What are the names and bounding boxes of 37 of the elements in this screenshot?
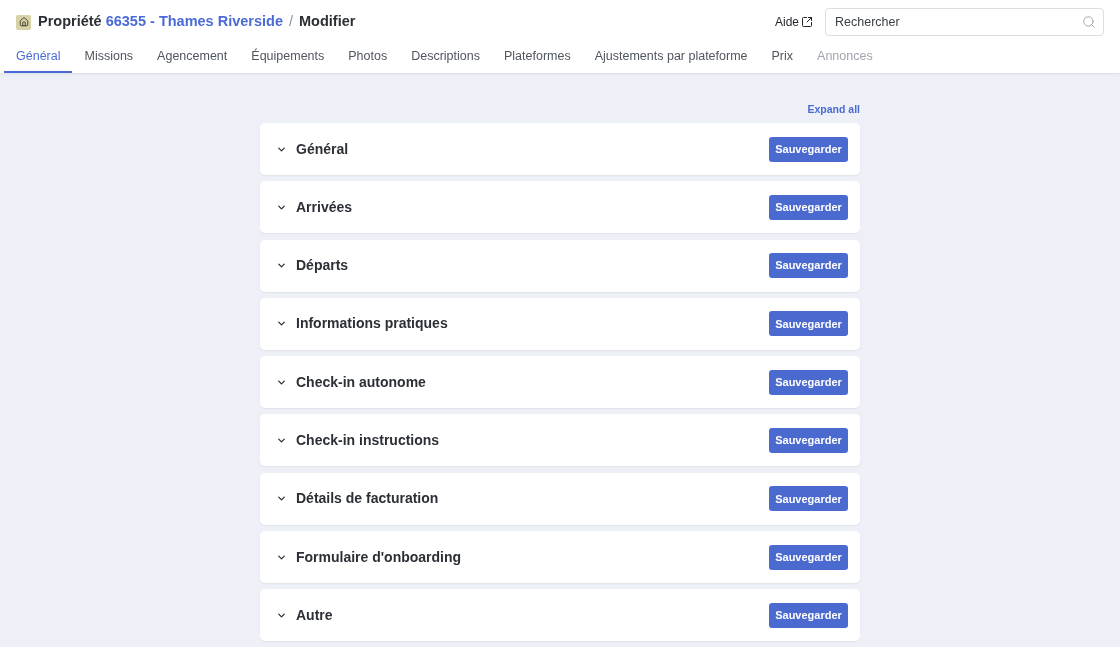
section-title[interactable]: Détails de facturation [296,488,439,510]
house-icon [16,14,31,30]
save-button[interactable]: Sauvegarder [769,602,848,628]
save-button[interactable]: Sauvegarder [769,428,848,453]
tab[interactable]: Général [4,44,73,73]
breadcrumb-separator: / [289,12,294,32]
save-button[interactable]: Sauvegarder [769,544,848,570]
section-title[interactable]: Autre [296,604,333,626]
tab[interactable]: Agencement [145,44,240,73]
help-link[interactable]: Aide [774,13,813,31]
search-field[interactable]: Rechercher [825,8,1104,36]
tab[interactable]: Missions [72,44,146,73]
section-title[interactable]: Général [296,138,349,160]
property-link[interactable]: 66355 - Thames Riverside [105,11,283,33]
save-button[interactable]: Sauvegarder [769,136,848,162]
tab[interactable]: Ajustements par plateforme [582,44,760,73]
expand-all-link[interactable]: Expand all [807,102,860,116]
section-title[interactable]: Formulaire d'onboarding [296,546,462,568]
tab[interactable]: Plateformes [491,44,583,73]
chevron-icon[interactable] [276,435,287,446]
breadcrumb-label: Propriété [38,12,102,32]
tab[interactable]: Descriptions [399,44,492,73]
save-button[interactable]: Sauvegarder [769,369,848,395]
breadcrumb-current: Modifier [299,12,356,32]
tab[interactable]: Équipements [239,44,337,73]
save-button[interactable]: Sauvegarder [769,194,848,220]
section-title[interactable]: Informations pratiques [296,313,448,335]
section-title[interactable]: Départs [296,255,349,277]
section-title[interactable]: Arrivées [296,196,353,218]
section-title[interactable]: Check-in autonome [296,371,426,393]
tab[interactable]: Photos [336,44,400,73]
tab[interactable]: Prix [759,44,806,73]
save-button[interactable]: Sauvegarder [769,311,848,337]
save-button[interactable]: Sauvegarder [769,253,848,279]
save-button[interactable]: Sauvegarder [769,486,848,512]
section-title[interactable]: Check-in instructions [296,430,440,451]
external-link-icon [801,16,813,28]
